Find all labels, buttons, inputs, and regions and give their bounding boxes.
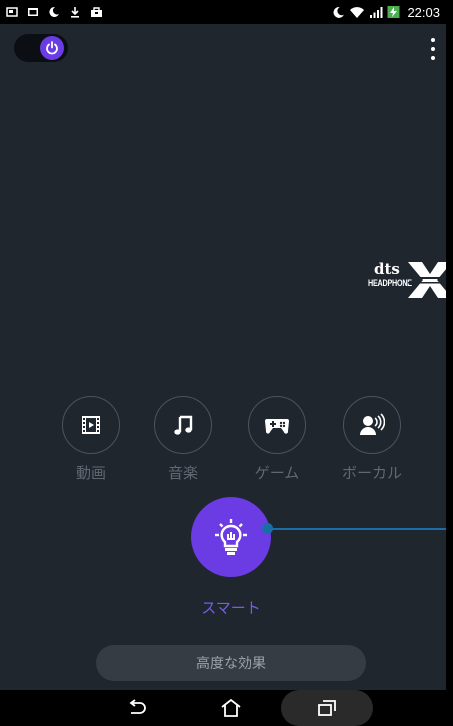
overflow-menu-icon[interactable] xyxy=(424,38,442,60)
mode-music[interactable]: 音楽 xyxy=(143,396,223,492)
advanced-effects-button[interactable]: 高度な効果 xyxy=(96,645,366,681)
status-left-icons xyxy=(6,3,103,21)
power-toggle[interactable] xyxy=(14,34,68,62)
screen-edge xyxy=(446,0,453,726)
headphone-logo-text: HEADPHONE xyxy=(368,278,412,288)
mode-game[interactable]: ゲーム xyxy=(237,396,317,492)
status-time: 22:03 xyxy=(407,4,440,20)
power-icon xyxy=(40,36,64,60)
mode-movie[interactable]: 動画 xyxy=(51,396,131,492)
gallery-icon xyxy=(27,6,39,18)
status-bar: 22:03 xyxy=(0,0,446,24)
store-icon xyxy=(90,6,103,18)
mode-game-label: ゲーム xyxy=(254,464,300,482)
dts-logo-text: dts xyxy=(374,260,400,278)
back-icon[interactable] xyxy=(112,690,162,726)
gamepad-icon xyxy=(248,396,306,454)
music-note-icon xyxy=(154,396,212,454)
home-icon[interactable] xyxy=(206,690,256,726)
mode-vocal[interactable]: ボーカル xyxy=(332,396,412,492)
mode-smart-label: スマート xyxy=(201,599,261,617)
download-icon xyxy=(69,6,81,18)
battery-charging-icon xyxy=(387,5,400,19)
mode-smart-button[interactable] xyxy=(191,497,271,577)
wifi-icon xyxy=(349,6,365,19)
signal-icon xyxy=(369,6,383,19)
app-screen: 22:03 dts HEADPHONE 動画 音楽 ゲーム ボーカル スマート … xyxy=(0,0,453,726)
mode-movie-label: 動画 xyxy=(75,464,106,482)
screenshot-icon xyxy=(6,6,18,18)
status-right-icons: 22:03 xyxy=(332,3,440,21)
lightbulb-icon xyxy=(215,519,247,555)
mode-vocal-label: ボーカル xyxy=(341,464,402,482)
vocal-icon xyxy=(343,396,401,454)
film-icon xyxy=(62,396,120,454)
mode-music-label: 音楽 xyxy=(167,464,198,482)
recents-icon[interactable] xyxy=(281,690,373,726)
dts-headphone-x-logo: dts HEADPHONE xyxy=(368,262,452,300)
smart-connector-dot xyxy=(262,523,273,534)
moon-icon xyxy=(48,6,60,18)
smart-connector-line xyxy=(268,528,448,530)
navigation-bar xyxy=(0,690,446,726)
moon-icon xyxy=(332,6,345,19)
